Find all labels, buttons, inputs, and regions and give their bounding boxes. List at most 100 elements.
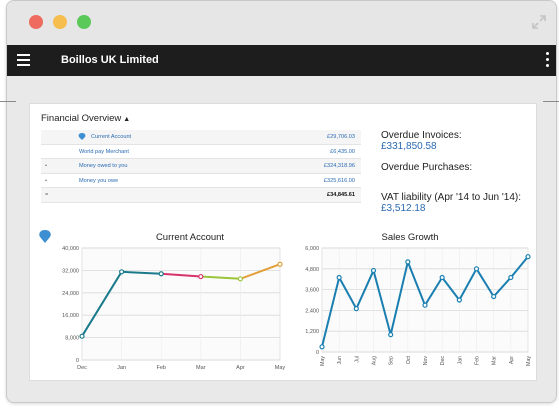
data-point xyxy=(405,259,411,265)
maximize-window-button[interactable] xyxy=(77,15,91,29)
y-tick-label: 6,000 xyxy=(305,246,319,252)
x-tick-label: May xyxy=(275,365,286,371)
divider-line-right xyxy=(543,101,559,102)
total-amount: £34,845.61 xyxy=(327,192,355,198)
financial-overview-panel: Financial Overview ▲ Current Account £29,… xyxy=(29,103,537,381)
x-tick-label: Jul xyxy=(354,356,360,363)
x-tick-label: Feb xyxy=(156,365,165,371)
x-tick-label: Sep xyxy=(389,356,395,365)
y-tick-label: 24,000 xyxy=(62,291,79,297)
data-point xyxy=(473,266,480,272)
row-bullet: • xyxy=(45,163,47,169)
y-tick-label: 1,200 xyxy=(305,329,319,335)
x-tick-label: Jun xyxy=(337,356,343,364)
bank-logo-icon xyxy=(39,230,51,243)
financial-overview-title[interactable]: Financial Overview ▲ xyxy=(41,113,130,124)
window-titlebar xyxy=(7,1,556,45)
data-point xyxy=(456,297,462,303)
data-point xyxy=(422,302,428,308)
company-name: Boillos UK Limited xyxy=(61,54,159,66)
account-name[interactable]: Money you owe xyxy=(79,178,118,184)
more-options-icon[interactable] xyxy=(546,52,550,68)
table-row[interactable]: • Money owed to you £324,318.96 xyxy=(41,159,361,174)
current-account-chart: 40,000 32,000 24,000 16,000 8,000 0Dec Jan Feb M… xyxy=(62,246,286,371)
overdue-purchases-label: Overdue Purchases: xyxy=(381,162,473,173)
x-tick-label: Aug xyxy=(372,356,378,365)
x-tick-label: May xyxy=(320,356,326,366)
x-tick-label: Dec xyxy=(440,356,446,366)
close-window-button[interactable] xyxy=(29,15,43,29)
x-tick-label: Jan xyxy=(117,365,126,371)
data-point xyxy=(79,333,85,339)
data-point xyxy=(353,306,359,312)
plot-area xyxy=(81,247,281,361)
data-point xyxy=(158,271,164,277)
current-account-chart-title: Current Account xyxy=(155,232,225,243)
account-name[interactable]: Current Account xyxy=(91,134,131,140)
data-point xyxy=(439,274,445,281)
bank-logo-icon xyxy=(78,133,86,140)
caret-up-icon: ▲ xyxy=(123,116,131,123)
vat-liability-label: VAT liability (Apr '14 to Jun '14): xyxy=(381,192,521,203)
data-point xyxy=(525,254,531,260)
y-tick-label: 4,800 xyxy=(305,267,319,273)
x-tick-label: May xyxy=(526,356,532,366)
data-point xyxy=(198,273,204,280)
account-amount[interactable]: £29,706.03 xyxy=(327,134,355,140)
vat-liability[interactable]: VAT liability (Apr '14 to Jun '14): £3,5… xyxy=(381,192,541,224)
app-window: Boillos UK Limited Financial Overview ▲ C… xyxy=(6,0,557,403)
data-point xyxy=(370,267,377,274)
sales-growth-chart-title: Sales Growth xyxy=(381,232,439,243)
minimize-window-button[interactable] xyxy=(53,15,67,29)
overdue-invoices[interactable]: Overdue Invoices: £331,850.58 xyxy=(381,130,541,162)
overdue-invoices-label: Overdue Invoices: xyxy=(381,130,462,141)
overdue-purchases[interactable]: Overdue Purchases: xyxy=(381,162,541,192)
x-tick-label: Mar xyxy=(492,356,498,365)
data-point xyxy=(237,276,243,282)
x-tick-label: Jan xyxy=(457,356,463,364)
y-tick-label: 2,400 xyxy=(305,308,319,314)
table-row[interactable]: Current Account £29,706.03 xyxy=(41,130,361,145)
row-bullet: • xyxy=(45,177,47,184)
y-tick-label: 3,600 xyxy=(305,288,319,294)
y-tick-label: 0 xyxy=(76,358,79,364)
accounts-table: Current Account £29,706.03 World pay Mer… xyxy=(41,130,361,203)
summary-panel: Overdue Invoices: £331,850.58 Overdue Pu… xyxy=(381,130,541,224)
data-point xyxy=(388,332,394,338)
data-point xyxy=(277,261,283,267)
app-header-bar: Boillos UK Limited xyxy=(7,45,556,76)
y-tick-label: 16,000 xyxy=(62,313,79,319)
y-tick-label: 32,000 xyxy=(62,268,79,274)
data-point xyxy=(336,274,342,281)
account-amount[interactable]: £324,318.96 xyxy=(324,163,355,169)
row-bullet: = xyxy=(45,192,49,198)
data-point xyxy=(118,269,125,275)
overdue-invoices-value[interactable]: £331,850.58 xyxy=(381,141,541,152)
account-amount[interactable]: £325,616.00 xyxy=(324,178,355,184)
table-row-total: = £34,845.61 xyxy=(41,188,361,203)
x-tick-label: Oct xyxy=(406,355,412,364)
x-tick-label: Apr xyxy=(509,356,515,364)
x-tick-label: Nov xyxy=(423,356,429,366)
y-tick-label: 8,000 xyxy=(65,336,79,342)
main-content: Financial Overview ▲ Current Account £29,… xyxy=(7,76,556,402)
account-name[interactable]: Money owed to you xyxy=(79,163,128,169)
account-name[interactable]: World pay Merchant xyxy=(79,149,129,155)
menu-icon[interactable] xyxy=(17,54,30,66)
divider-line-left xyxy=(0,101,16,102)
x-tick-label: Mar xyxy=(196,365,206,371)
expand-icon[interactable] xyxy=(530,13,548,31)
data-point xyxy=(491,293,497,300)
data-point xyxy=(508,274,514,281)
table-row[interactable]: • Money you owe £325,616.00 xyxy=(41,174,361,188)
x-tick-label: Dec xyxy=(77,365,87,371)
data-point xyxy=(319,344,325,350)
y-tick-label: 40,000 xyxy=(62,246,79,252)
x-tick-label: Feb xyxy=(475,356,481,365)
sales-growth-chart: 6,0004,8003,6002,4001,2000May Jun Jul Aug Se… xyxy=(305,246,532,366)
y-tick-label: 0 xyxy=(316,350,319,356)
account-amount[interactable]: £6,435.00 xyxy=(330,149,355,155)
vat-liability-value[interactable]: £3,512.18 xyxy=(381,203,541,214)
table-row[interactable]: World pay Merchant £6,435.00 xyxy=(41,145,361,159)
x-tick-label: Apr xyxy=(236,365,245,371)
